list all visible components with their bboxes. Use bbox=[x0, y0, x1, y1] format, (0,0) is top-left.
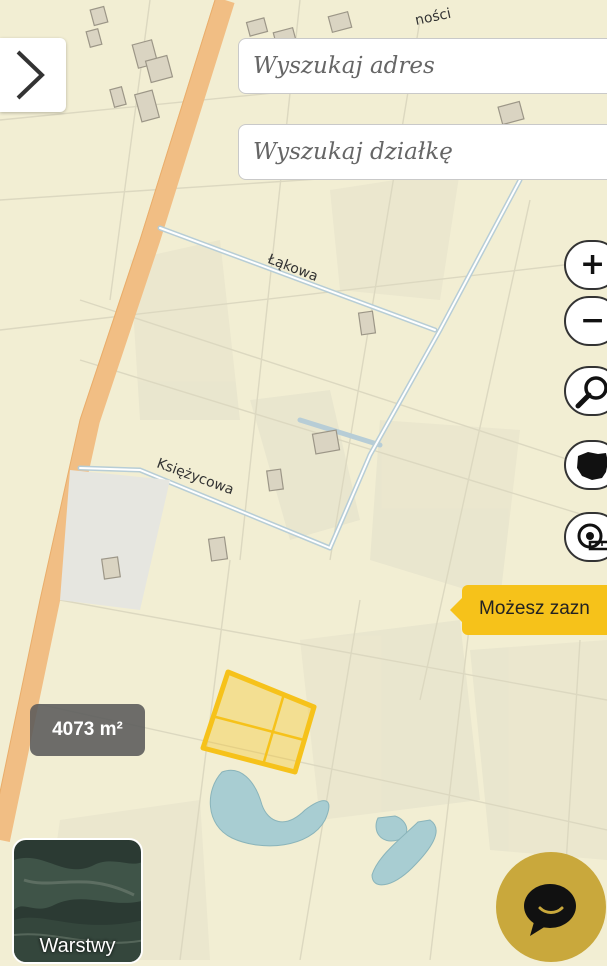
layers-button[interactable]: Warstwy bbox=[12, 838, 143, 964]
tape-measure-icon bbox=[577, 523, 607, 551]
layers-label: Warstwy bbox=[39, 935, 116, 957]
chat-bubble-icon bbox=[524, 884, 576, 936]
sidebar-toggle-button[interactable] bbox=[0, 38, 66, 112]
magnifier-icon bbox=[575, 376, 607, 409]
plus-icon: + bbox=[580, 247, 606, 282]
hint-tooltip-text: Możesz zazn bbox=[479, 598, 590, 619]
chevron-right-icon bbox=[16, 50, 45, 100]
measure-button[interactable] bbox=[564, 512, 607, 562]
zoom-out-button[interactable]: − bbox=[564, 296, 607, 346]
chat-button[interactable] bbox=[496, 852, 606, 962]
search-map-button[interactable] bbox=[564, 366, 607, 416]
parcel-search-field[interactable] bbox=[238, 124, 607, 180]
address-search-input[interactable] bbox=[253, 39, 593, 93]
zoom-in-button[interactable]: + bbox=[564, 240, 607, 290]
poland-map-icon bbox=[577, 452, 607, 480]
parcel-area-badge: 4073 m² bbox=[30, 704, 145, 756]
minus-icon: − bbox=[580, 303, 606, 338]
territory-button[interactable] bbox=[564, 440, 607, 490]
hint-tooltip: Możesz zazn bbox=[450, 585, 607, 635]
address-search-field[interactable] bbox=[238, 38, 607, 94]
parcel-area-value: 4073 m² bbox=[52, 719, 123, 740]
parcel-search-input[interactable] bbox=[253, 125, 593, 179]
